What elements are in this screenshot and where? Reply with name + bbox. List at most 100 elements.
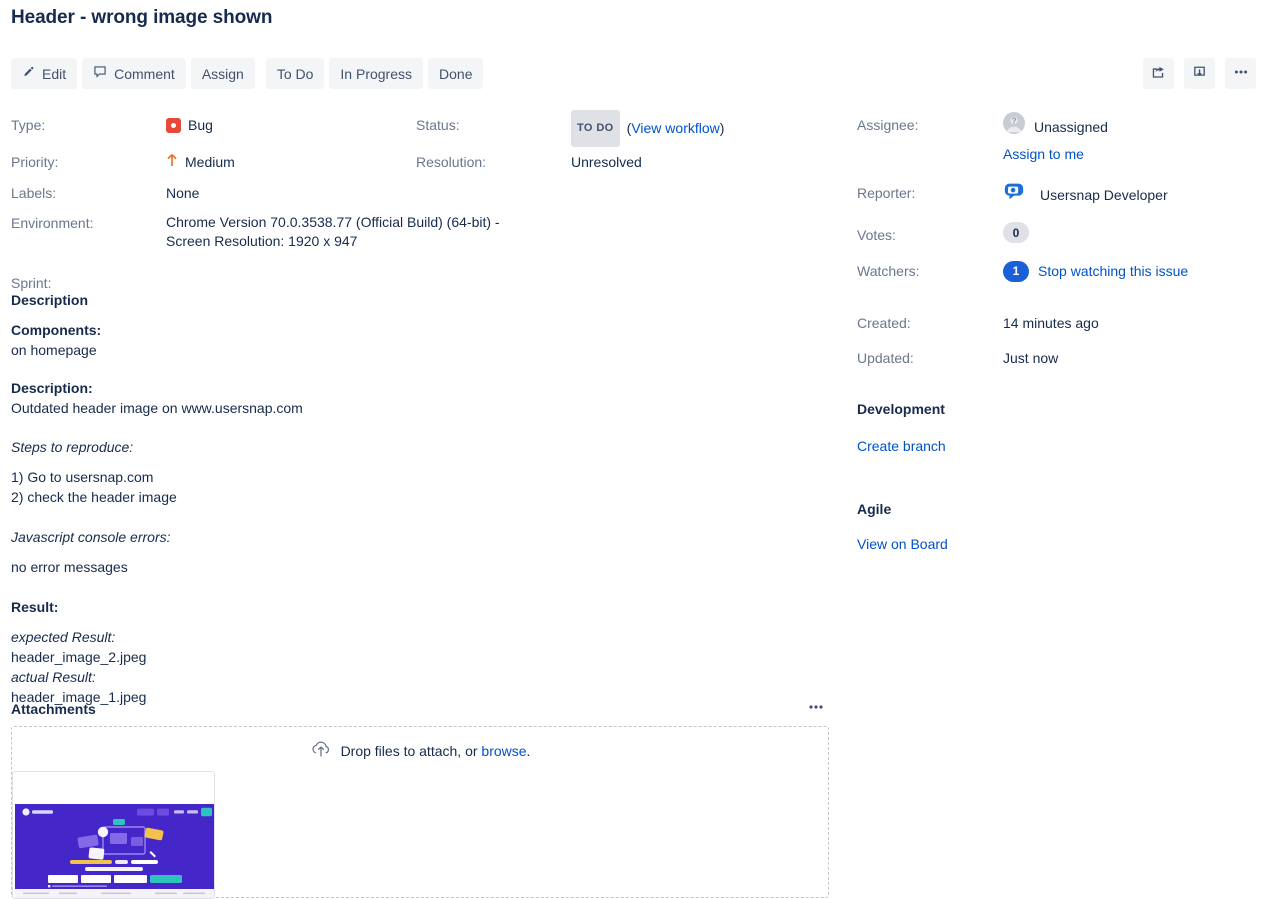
share-icon [1151, 65, 1166, 83]
environment-label: Environment: [11, 215, 94, 231]
sidebar-row-assignee: Assignee: ? Unassigned Assign to me [857, 112, 1267, 166]
browse-link[interactable]: browse [481, 743, 526, 759]
sidebar-row-created: Created: 14 minutes ago [857, 310, 1267, 336]
attachment-preview-image [15, 804, 214, 898]
components-label: Components: [11, 322, 102, 338]
dropzone-prompt: Drop files to attach, or browse. [12, 739, 828, 762]
sprint-label: Sprint: [11, 275, 52, 291]
reporter-value-text: Usersnap Developer [1040, 187, 1168, 203]
pencil-icon [22, 66, 35, 82]
result-block: Result: expected Result: header_image_2.… [11, 597, 831, 707]
attachments-options-button[interactable] [803, 696, 829, 721]
votes-value: 0 [1003, 222, 1029, 243]
agile-heading: Agile [857, 501, 892, 517]
expected-label: expected Result: [11, 629, 116, 645]
console-label: Javascript console errors: [11, 529, 171, 545]
bug-icon [166, 118, 181, 133]
assign-button-label: Assign [201, 65, 244, 82]
export-button[interactable] [1184, 58, 1215, 89]
description-label: Description: [11, 380, 93, 396]
status-inprogress-label: In Progress [340, 65, 413, 82]
more-actions-button[interactable] [1225, 58, 1256, 89]
priority-value: Medium [166, 147, 416, 178]
description-value: Outdated header image on www.usersnap.co… [11, 400, 303, 416]
description-section: Description Components: on homepage Desc… [11, 292, 831, 717]
step-1: 1) Go to usersnap.com [11, 469, 154, 485]
unassigned-avatar-icon: ? [1003, 112, 1025, 142]
development-section: Development Create branch [857, 401, 1267, 454]
field-row-labels: Labels: None [11, 178, 841, 209]
priority-label: Priority: [11, 154, 59, 170]
assign-to-me-link[interactable]: Assign to me [1003, 142, 1108, 166]
page-title: Header - wrong image shown [11, 7, 273, 28]
description-block: Description: Outdated header image on ww… [11, 378, 831, 418]
view-on-board-link[interactable]: View on Board [857, 536, 1267, 552]
created-label: Created: [857, 315, 911, 331]
components-value: on homepage [11, 342, 97, 358]
created-value: 14 minutes ago [1003, 315, 1099, 331]
resolution-value: Unresolved [571, 154, 642, 170]
type-value: Bug [166, 110, 416, 141]
console-value: no error messages [11, 559, 128, 575]
speech-bubble-icon [93, 65, 107, 82]
description-heading: Description [11, 292, 89, 308]
result-label: Result: [11, 599, 59, 615]
field-row-priority-resolution: Priority: Medium Resolution: Unresolved [11, 147, 841, 178]
field-row-sprint: Sprint: [11, 273, 841, 293]
sidebar-row-votes: Votes: 0 [857, 222, 1267, 248]
edit-button[interactable]: Edit [11, 58, 78, 89]
votes-label: Votes: [857, 227, 896, 243]
usersnap-logo-icon [1003, 180, 1025, 210]
assignee-value: ? Unassigned [1003, 112, 1108, 142]
field-row-environment: Environment: Chrome Version 70.0.3538.77… [11, 213, 841, 251]
status-badge[interactable]: TO DO [571, 110, 620, 147]
status-todo-button[interactable]: To Do [265, 58, 325, 89]
assign-button[interactable]: Assign [190, 58, 255, 89]
components-block: Components: on homepage [11, 320, 831, 360]
resolution-label: Resolution: [416, 154, 487, 170]
status-done-label: Done [439, 65, 473, 82]
status-label: Status: [416, 117, 460, 133]
attachment-thumbnail[interactable] [12, 771, 215, 899]
edit-button-label: Edit [42, 65, 67, 82]
step-2: 2) check the header image [11, 489, 177, 505]
environment-value: Chrome Version 70.0.3538.77 (Official Bu… [166, 214, 500, 249]
download-icon [1192, 65, 1207, 83]
dropzone-text-suffix: . [526, 742, 531, 759]
issue-toolbar: Edit Comment Assign To Do In Progress Do… [11, 58, 484, 89]
sidebar-row-watchers: Watchers: 1 Stop watching this issue [857, 258, 1267, 284]
watchers-value: 1 Stop watching this issue [1003, 258, 1188, 284]
cloud-upload-icon [310, 739, 332, 762]
attachments-heading: Attachments [11, 700, 96, 717]
ellipsis-icon [1233, 64, 1249, 83]
view-workflow-link[interactable]: View workflow [631, 120, 719, 136]
status-todo-label: To Do [276, 65, 314, 82]
console-block: Javascript console errors: no error mess… [11, 527, 831, 577]
arrow-up-icon [166, 147, 178, 178]
attachments-header: Attachments [11, 696, 829, 721]
issue-fields: Type: Bug Status: TO DO (View workflow) … [11, 110, 841, 293]
assignee-value-text: Unassigned [1034, 119, 1108, 135]
view-workflow-wrap: (View workflow) [626, 120, 725, 136]
votes-badge: 0 [1003, 222, 1029, 243]
updated-label: Updated: [857, 350, 914, 366]
reporter-value: Usersnap Developer [1003, 180, 1168, 210]
status-done-button[interactable]: Done [428, 58, 484, 89]
issue-detail-page: Header - wrong image shown Edit Comment … [0, 0, 1281, 899]
reporter-label: Reporter: [857, 185, 916, 201]
steps-label: Steps to reproduce: [11, 439, 134, 455]
comment-button[interactable]: Comment [82, 58, 186, 89]
expected-value: header_image_2.jpeg [11, 649, 147, 665]
updated-value: Just now [1003, 350, 1059, 366]
dropzone-text: Drop files to attach, or browse. [341, 743, 531, 759]
status-inprogress-button[interactable]: In Progress [329, 58, 424, 89]
labels-label: Labels: [11, 185, 57, 201]
type-value-text: Bug [188, 117, 213, 133]
attachment-dropzone[interactable]: Drop files to attach, or browse. [11, 726, 829, 899]
stop-watching-link[interactable]: Stop watching this issue [1038, 258, 1188, 284]
create-branch-link[interactable]: Create branch [857, 438, 1267, 454]
share-button[interactable] [1143, 58, 1174, 89]
labels-value: None [166, 185, 200, 201]
priority-value-text: Medium [185, 154, 235, 170]
issue-actions [1143, 58, 1256, 89]
